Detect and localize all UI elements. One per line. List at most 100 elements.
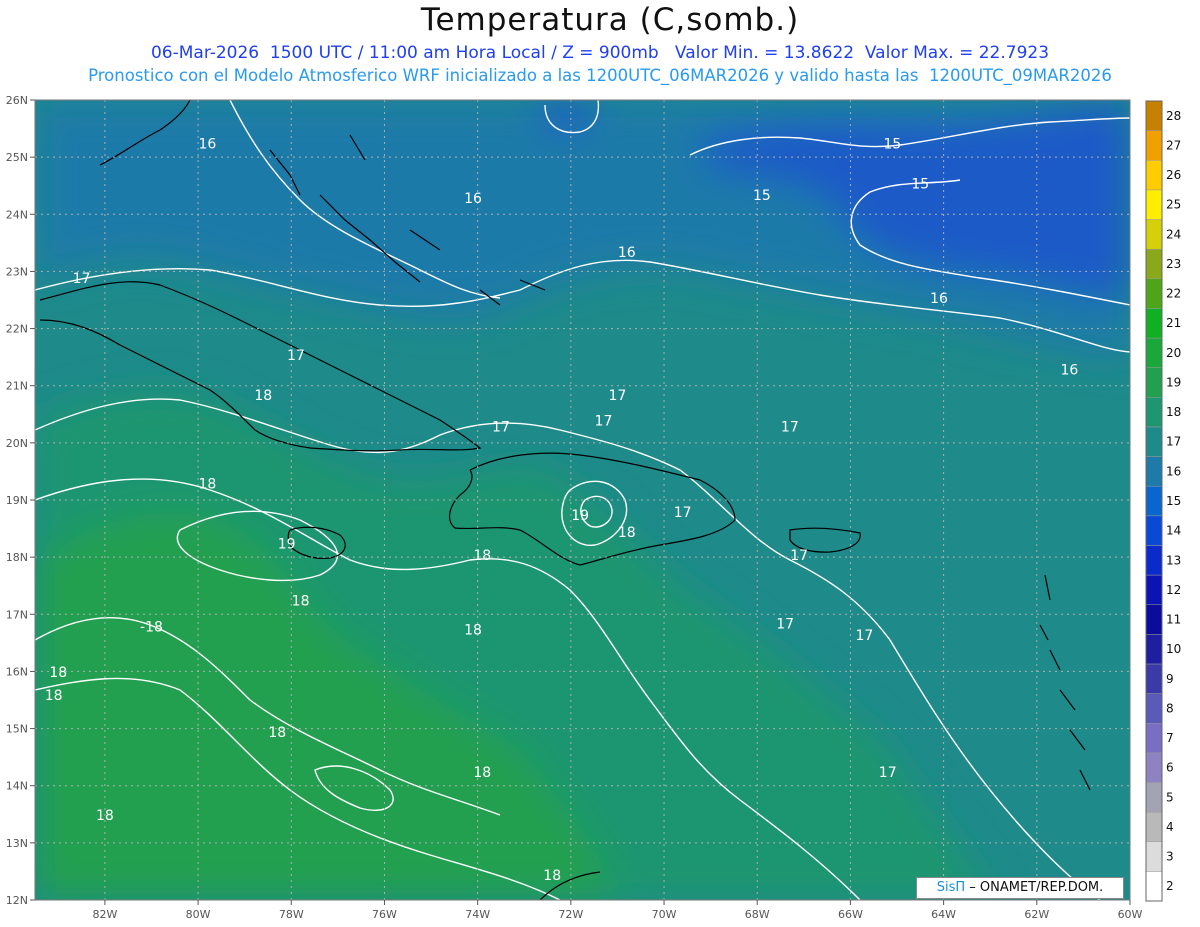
contour-label: 18 bbox=[464, 622, 482, 638]
contour-label: 17 bbox=[781, 419, 799, 435]
colorbar-swatch bbox=[1145, 456, 1163, 487]
lat-tick-label: 16N bbox=[6, 665, 28, 678]
lon-tick-label: 70W bbox=[652, 908, 677, 921]
contour-label: 18 bbox=[543, 868, 561, 884]
lon-tick-label: 62W bbox=[1024, 908, 1049, 921]
lat-tick-label: 13N bbox=[6, 837, 28, 850]
lat-tick-label: 23N bbox=[6, 265, 28, 278]
contour-label: 18 bbox=[96, 808, 114, 824]
colorbar-swatch bbox=[1145, 604, 1163, 635]
colorbar-swatch bbox=[1145, 811, 1163, 842]
lon-tick-label: 76W bbox=[372, 908, 397, 921]
contour-label: 18 bbox=[254, 388, 272, 404]
lon-tick-label: 72W bbox=[558, 908, 583, 921]
colorbar-label: 11 bbox=[1166, 613, 1181, 627]
lat-tick-label: 15N bbox=[6, 723, 28, 736]
lon-tick-label: 78W bbox=[279, 908, 304, 921]
colorbar-swatch bbox=[1145, 871, 1163, 902]
contour-label: 17 bbox=[609, 388, 627, 404]
colorbar-label: 24 bbox=[1166, 227, 1181, 241]
colorbar-swatch bbox=[1145, 219, 1163, 250]
credit-brand: SisΠ bbox=[936, 880, 966, 895]
lat-tick-label: 25N bbox=[6, 151, 28, 164]
colorbar-label: 8 bbox=[1166, 701, 1174, 715]
contour-label: -18 bbox=[140, 619, 163, 635]
lat-tick-label: 21N bbox=[6, 380, 28, 393]
colorbar-swatch bbox=[1145, 100, 1163, 131]
contour-label: 16 bbox=[618, 245, 636, 261]
colorbar: 2345678910111213141516171819202122232425… bbox=[1145, 100, 1181, 902]
colorbar-swatch bbox=[1145, 515, 1163, 546]
colorbar-label: 26 bbox=[1166, 168, 1181, 182]
lat-tick-label: 14N bbox=[6, 780, 28, 793]
colorbar-swatch bbox=[1145, 278, 1163, 309]
contour-label: 17 bbox=[595, 414, 613, 430]
contour-label: 16 bbox=[464, 191, 482, 207]
lat-tick-label: 17N bbox=[6, 608, 28, 621]
colorbar-swatch bbox=[1145, 545, 1163, 576]
colorbar-swatch bbox=[1145, 426, 1163, 457]
colorbar-swatch bbox=[1145, 722, 1163, 754]
colorbar-label: 5 bbox=[1166, 790, 1174, 804]
contour-label: 15 bbox=[753, 188, 771, 204]
colorbar-label: 15 bbox=[1166, 494, 1181, 508]
lat-tick-label: 24N bbox=[6, 208, 28, 221]
colorbar-swatch bbox=[1145, 663, 1163, 694]
colorbar-label: 4 bbox=[1166, 820, 1174, 834]
contour-label: 18 bbox=[198, 477, 216, 493]
contour-label: 16 bbox=[1061, 362, 1079, 378]
lon-tick-label: 74W bbox=[465, 908, 490, 921]
contour-label: 18 bbox=[45, 688, 63, 704]
colorbar-label: 28 bbox=[1166, 109, 1181, 123]
colorbar-swatch bbox=[1145, 337, 1163, 368]
contour-label: 17 bbox=[776, 617, 794, 633]
lat-tick-label: 20N bbox=[6, 437, 28, 450]
contour-label: 17 bbox=[790, 548, 808, 564]
colorbar-swatch bbox=[1145, 397, 1163, 428]
colorbar-label: 16 bbox=[1166, 464, 1181, 478]
contour-label: 16 bbox=[930, 291, 948, 307]
colorbar-swatch bbox=[1145, 160, 1163, 191]
lon-tick-label: 68W bbox=[745, 908, 770, 921]
colorbar-label: 21 bbox=[1166, 316, 1181, 330]
colorbar-swatch bbox=[1145, 485, 1163, 517]
colorbar-label: 18 bbox=[1166, 405, 1181, 419]
contour-label: 17 bbox=[855, 628, 873, 644]
colorbar-swatch bbox=[1145, 248, 1163, 280]
colorbar-swatch bbox=[1145, 308, 1163, 339]
colorbar-label: 6 bbox=[1166, 761, 1174, 775]
colorbar-label: 3 bbox=[1166, 850, 1174, 864]
contour-label: 18 bbox=[473, 548, 491, 564]
colorbar-swatch bbox=[1145, 693, 1163, 724]
credit-text: – ONAMET/REP.DOM. bbox=[969, 880, 1104, 895]
colorbar-label: 9 bbox=[1166, 672, 1174, 686]
colorbar-label: 22 bbox=[1166, 287, 1181, 301]
credit-box: SisΠ – ONAMET/REP.DOM. bbox=[916, 877, 1124, 899]
lon-tick-label: 80W bbox=[186, 908, 211, 921]
contour-label: 18 bbox=[268, 725, 286, 741]
colorbar-label: 23 bbox=[1166, 257, 1181, 271]
colorbar-swatch bbox=[1145, 367, 1163, 398]
colorbar-label: 10 bbox=[1166, 642, 1181, 656]
colorbar-swatch bbox=[1145, 574, 1163, 605]
colorbar-label: 13 bbox=[1166, 553, 1181, 567]
contour-label: 18 bbox=[292, 594, 310, 610]
colorbar-label: 12 bbox=[1166, 583, 1181, 597]
lat-tick-label: 12N bbox=[6, 894, 28, 907]
colorbar-label: 2 bbox=[1166, 879, 1174, 893]
lat-tick-label: 26N bbox=[6, 94, 28, 107]
lat-tick-label: 19N bbox=[6, 494, 28, 507]
contour-label: 18 bbox=[49, 665, 67, 681]
colorbar-label: 14 bbox=[1166, 524, 1181, 538]
lon-tick-label: 66W bbox=[838, 908, 863, 921]
contour-label: 16 bbox=[198, 137, 216, 153]
contour-label: 17 bbox=[287, 348, 305, 364]
temperature-field: 16 16 16 15 15 15 16 16 17 17 17 17 17 17 18 18 19 18 19 18… bbox=[35, 100, 1130, 900]
contour-label: 15 bbox=[883, 137, 901, 153]
colorbar-label: 19 bbox=[1166, 375, 1181, 389]
lat-tick-label: 22N bbox=[6, 323, 28, 336]
contour-label: 19 bbox=[278, 537, 296, 553]
lon-tick-label: 82W bbox=[92, 908, 117, 921]
colorbar-label: 27 bbox=[1166, 138, 1181, 152]
colorbar-label: 7 bbox=[1166, 731, 1174, 745]
